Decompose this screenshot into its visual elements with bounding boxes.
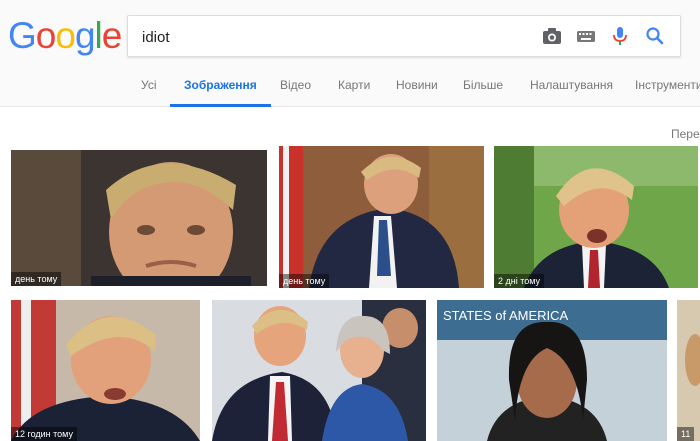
keyboard-icon[interactable]	[575, 26, 597, 46]
microphone-icon[interactable]	[609, 26, 631, 46]
camera-icon[interactable]	[541, 26, 563, 46]
search-input[interactable]	[140, 16, 524, 58]
tab-all[interactable]: Усі	[141, 70, 157, 104]
logo-letter: l	[94, 15, 103, 56]
image-age-caption: день тому	[279, 274, 330, 288]
header-bar: Google Усі Зображення Відео Карти	[0, 0, 700, 107]
result-image-4[interactable]: 12 годин тому	[11, 300, 200, 441]
portrait-photo	[11, 150, 267, 286]
image-age-caption: 2 дні тому	[494, 274, 545, 288]
search-box[interactable]	[127, 15, 681, 58]
tab-video[interactable]: Відео	[280, 70, 311, 104]
image-age-caption: день тому	[11, 272, 62, 286]
google-logo[interactable]: Google	[8, 15, 123, 56]
tab-settings[interactable]: Налаштування	[530, 70, 613, 104]
logo-letter: g	[74, 15, 96, 56]
logo-letter: o	[55, 15, 76, 56]
result-image-5[interactable]	[212, 300, 426, 441]
result-image-3[interactable]: 2 дні тому	[494, 146, 698, 288]
result-image-6[interactable]: STATES of AMERICA	[437, 300, 667, 441]
portrait-photo	[11, 300, 200, 441]
portrait-photo: STATES of AMERICA	[437, 300, 667, 441]
portrait-photo	[677, 300, 700, 441]
logo-letter: e	[101, 15, 123, 56]
image-age-caption: 11	[677, 427, 695, 441]
result-image-7[interactable]: 11	[677, 300, 700, 441]
search-tabs: Усі Зображення Відео Карти Новини Більше…	[0, 70, 700, 107]
tab-more[interactable]: Більше	[463, 70, 503, 104]
logo-letter: G	[8, 15, 37, 56]
result-image-1[interactable]: день тому	[11, 150, 267, 286]
portrait-photo	[279, 146, 484, 288]
tab-tools[interactable]: Інструменти	[635, 70, 700, 104]
search-icon[interactable]	[644, 26, 666, 46]
portrait-photo	[494, 146, 698, 288]
tab-news[interactable]: Новини	[396, 70, 438, 104]
background-sign-text: STATES of AMERICA	[443, 308, 569, 323]
result-image-2[interactable]: день тому	[279, 146, 484, 288]
tab-maps[interactable]: Карти	[338, 70, 370, 104]
portrait-photo	[212, 300, 426, 441]
logo-letter: o	[35, 15, 57, 56]
transition-link[interactable]: Пере	[671, 127, 700, 141]
image-age-caption: 12 годин тому	[11, 427, 77, 441]
tab-images[interactable]: Зображення	[170, 70, 271, 107]
